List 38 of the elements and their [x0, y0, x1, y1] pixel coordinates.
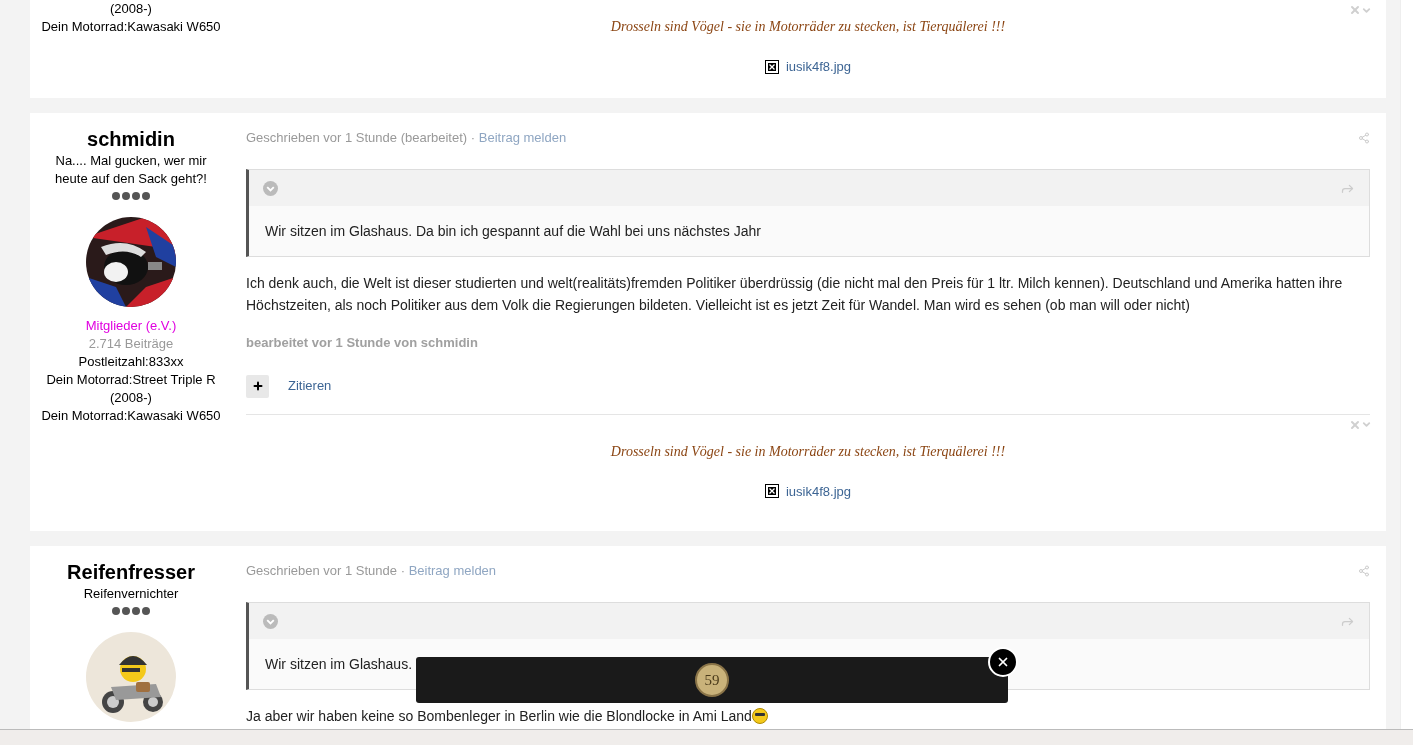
chevron-circle-icon[interactable] [263, 180, 278, 196]
close-icon [996, 655, 1010, 669]
edited-note: bearbeitet vor 1 Stunde von schmidin [246, 334, 479, 352]
post-body: Ja aber wir haben keine so Bombenleger in Berlin wie die Blondlocke in Ami Land [246, 705, 1370, 727]
quote-text: Wir sitzen im Glashaus. [265, 655, 413, 674]
profile-field: Postleitzahl:833xx [68, 353, 194, 371]
post-body: Ich denk auch, die Welt ist dieser studierten und welt(realitäts)fremden Politiker überdrüssig (die nicht mal den Preis für 1 ltr. Milch kennen). Deutschland und Amerika hatten ihre Höchstzeiten, als noch Politiker aus dem Volk die Regierungen bildeten. Vielleicht ist es jetzt Zeit für Wandel. Man wird es sehen (ob man will oder nicht) [246, 274, 1344, 315]
coin-badge: 59 [695, 663, 729, 697]
quote-link[interactable]: Zitieren [288, 376, 332, 396]
share-icon[interactable] [1358, 565, 1370, 577]
separator-dot: · [400, 563, 405, 579]
profile-field: Dein Motorrad:Kawasaki W650 [31, 18, 231, 36]
broken-image-icon [764, 484, 779, 499]
plus-button[interactable] [246, 374, 269, 398]
post-meta: Geschrieben vor 1 Stunde [246, 563, 398, 579]
plus-icon [251, 380, 264, 392]
broken-image-icon [764, 59, 779, 74]
x-caret-icon[interactable] [1349, 418, 1372, 431]
signature-text: Drosseln sind Vögel - sie in Motorräder zu stecken, ist Tierquälerei !!! [609, 442, 1007, 461]
share-icon[interactable] [1358, 132, 1370, 144]
attachment-link[interactable]: iusik4f8.jpg [785, 57, 851, 77]
profile-field: (2008-) [100, 0, 162, 18]
profile-field: Dein Motorrad:Kawasaki W650 [31, 407, 231, 425]
attachment-link[interactable]: iusik4f8.jpg [785, 481, 851, 501]
signature-text: Drosseln sind Vögel - sie in Motorräder zu stecken, ist Tierquälerei !!! [609, 18, 1007, 36]
post-meta: Geschrieben vor 1 Stunde (bearbeitet) [246, 130, 468, 146]
x-caret-icon[interactable] [1349, 4, 1372, 16]
post-count: 2.714 Beiträge [88, 335, 174, 353]
author-name[interactable]: Reifenfresser [67, 559, 195, 585]
member-title: Reifenvernichter [82, 585, 180, 603]
member-group: Mitglieder (e.V.) [85, 317, 177, 335]
author-name[interactable]: schmidin [87, 126, 175, 152]
profile-field: Dein Motorrad:Street Triple R (2008-) [30, 371, 232, 407]
member-title: Na.... Mal gucken, wer mir heute auf den Sack geht?! [54, 152, 208, 188]
quote-text: Wir sitzen im Glashaus. Da bin ich gespannt auf die Wahl bei uns nächstes Jahr [265, 222, 761, 241]
scrollbar[interactable] [1400, 0, 1413, 729]
chevron-circle-icon[interactable] [263, 613, 278, 629]
separator-dot: · [470, 130, 476, 146]
